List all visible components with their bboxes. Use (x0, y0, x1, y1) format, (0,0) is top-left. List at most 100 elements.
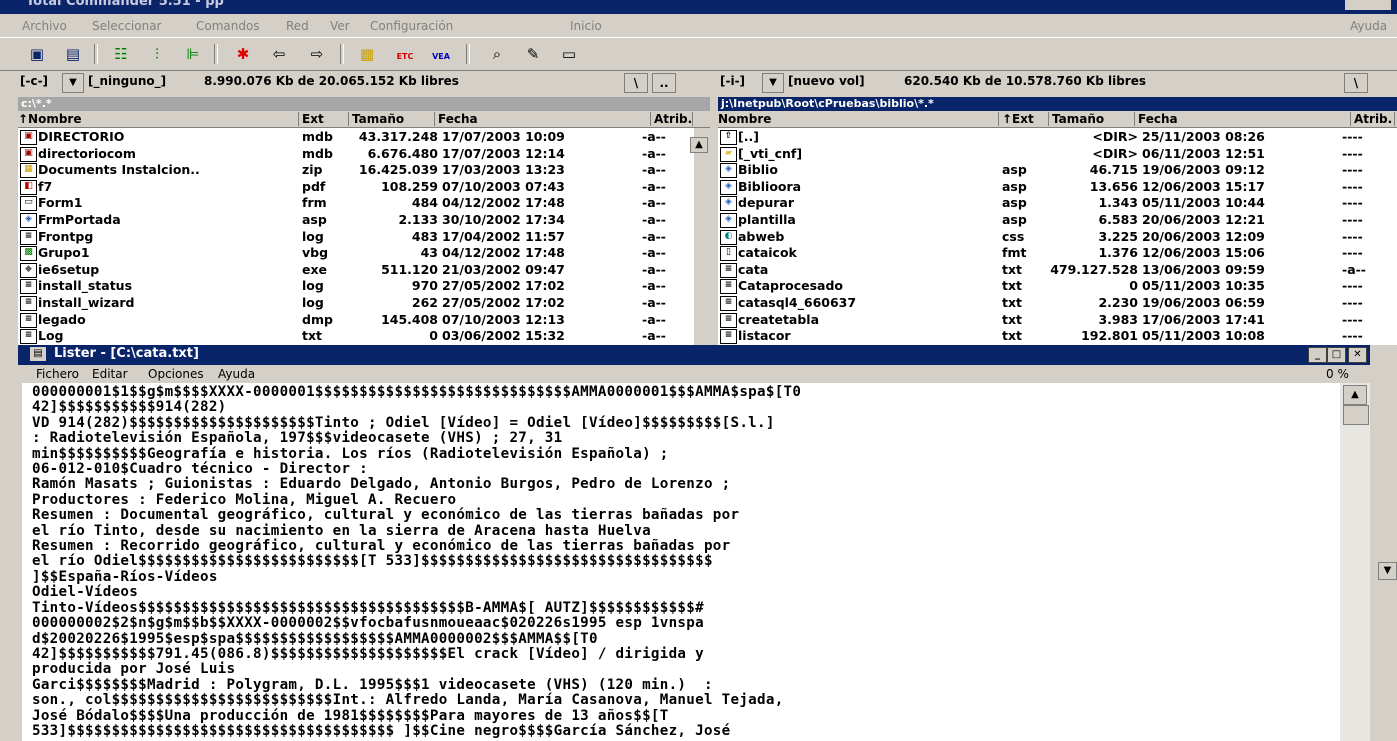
file-row[interactable]: ▣ directoriocom mdb 6.676.480 17/07/2003 12:… (18, 145, 694, 162)
left-drive-dropdown[interactable]: ▼ (62, 73, 84, 93)
file-attr: ---- (1342, 178, 1363, 194)
lister-menu-ayuda[interactable]: Ayuda (218, 367, 255, 381)
window-controls[interactable] (1345, 0, 1391, 10)
right-drive-dropdown[interactable]: ▼ (762, 73, 784, 93)
back-icon[interactable]: ⇦ (268, 43, 290, 65)
left-header-ext[interactable]: Ext (302, 112, 349, 126)
text-file-icon: ≡ (20, 296, 37, 311)
lister-scroll-thumb[interactable] (1343, 405, 1369, 425)
tree-icon[interactable]: ⫶ (146, 43, 168, 65)
right-header-date[interactable]: Fecha (1138, 112, 1351, 126)
lister-close-button[interactable]: ✕ (1348, 347, 1367, 363)
brief-view-icon[interactable]: ▤ (62, 43, 84, 65)
file-row[interactable]: ◈ FrmPortada asp 2.133 30/10/2002 17:34 -a-- (18, 211, 694, 228)
background-scrollbar[interactable]: ▼ (1378, 548, 1397, 608)
file-row[interactable]: ▣ DIRECTORIO mdb 43.317.248 17/07/2003 10:09… (18, 128, 694, 145)
file-row[interactable]: ◈ Biblioora asp 13.656 12/06/2003 15:17 ---- (718, 178, 1397, 195)
menu-ver[interactable]: Ver (330, 19, 350, 33)
file-date: 27/05/2002 17:02 (442, 278, 565, 294)
lister-maximize-button[interactable]: □ (1327, 347, 1346, 363)
file-date: 30/10/2002 17:34 (442, 212, 565, 227)
file-attr: -a-- (642, 261, 666, 277)
file-row[interactable]: ◧ f7 pdf 108.259 07/10/2003 07:43 -a-- (18, 178, 694, 195)
lister-text-area[interactable]: 000000001$1$$g$m$$$$XXXX-0000001$$$$$$$$… (22, 383, 1340, 741)
view-icon[interactable]: ▭ (558, 43, 580, 65)
file-row[interactable]: ▰ [_vti_cnf] <DIR> 06/11/2003 12:51 ---- (718, 145, 1397, 162)
lister-app-icon[interactable]: ▤ (30, 347, 46, 361)
lister-menu-editar[interactable]: Editar (92, 367, 128, 381)
file-row[interactable]: ≡ Log txt 0 03/06/2002 15:32 -a-- (18, 327, 694, 345)
file-row[interactable]: ◈ plantilla asp 6.583 20/06/2003 12:21 ---- (718, 211, 1397, 228)
menu-seleccionar[interactable]: Seleccionar (92, 19, 161, 33)
file-row[interactable]: ▩ Grupo1 vbg 43 04/12/2002 17:48 -a-- (18, 244, 694, 262)
left-header-date[interactable]: Fecha (438, 112, 651, 126)
forward-icon[interactable]: ⇨ (306, 43, 328, 65)
unpack-icon[interactable]: ETC (394, 43, 416, 65)
left-drive-label[interactable]: [-c-] (20, 74, 48, 88)
lister-menu-opciones[interactable]: Opciones (148, 367, 204, 381)
file-size: 43 (420, 245, 438, 261)
menu-red[interactable]: Red (286, 19, 309, 33)
pack-icon[interactable]: ▦ (356, 43, 378, 65)
menu-ayuda[interactable]: Ayuda (1350, 19, 1387, 33)
file-row[interactable]: ◈ depurar asp 1.343 05/11/2003 10:44 ---- (718, 194, 1397, 212)
zip-icon[interactable]: VEA (430, 43, 452, 65)
right-header-attr[interactable]: Atrib. (1354, 112, 1395, 126)
file-date: 17/03/2003 13:23 (442, 162, 565, 178)
file-name: depurar (738, 195, 795, 211)
right-root-button[interactable]: \ (1344, 73, 1368, 93)
file-row[interactable]: ≡ createtabla txt 3.983 17/06/2003 17:41 ---- (718, 311, 1397, 328)
left-up-button[interactable]: .. (652, 73, 676, 93)
file-row[interactable]: ◆ ie6setup exe 511.120 21/03/2002 09:47 -a-- (18, 261, 694, 278)
text-file-icon: ≡ (20, 279, 37, 295)
file-ext: txt (1002, 295, 1023, 310)
file-row[interactable]: ◈ Biblio asp 46.715 19/06/2003 09:12 ---- (718, 161, 1397, 179)
file-row[interactable]: ≡ legado dmp 145.408 07/10/2003 12:13 -a-- (18, 311, 694, 328)
right-header-size[interactable]: Tamaño (1052, 112, 1135, 126)
file-row[interactable]: ≡ Cataprocesado txt 0 05/11/2003 10:35 ---- (718, 277, 1397, 295)
search-icon[interactable]: ⌕ (486, 43, 508, 65)
right-drive-label[interactable]: [-i-] (720, 74, 745, 88)
file-ext: log (302, 278, 324, 294)
file-size: 0 (429, 328, 438, 344)
select-all-icon[interactable]: ✱ (232, 43, 254, 65)
background-scroll-down-button[interactable]: ▼ (1378, 562, 1397, 580)
file-row[interactable]: ≡ cata txt 479.127.528 13/06/2003 09:59 -a-- (718, 261, 1397, 278)
left-scroll-up-button[interactable]: ▲ (690, 137, 708, 153)
right-header-name[interactable]: Nombre (718, 112, 999, 126)
menu-comandos[interactable]: Comandos (196, 19, 260, 33)
file-row[interactable]: ≡ catasql4_660637 txt 2.230 19/06/2003 06:59… (718, 294, 1397, 311)
left-column-headers: ↑Nombre Ext Tamaño Fecha Atrib. (18, 111, 710, 128)
lister-scrollbar[interactable]: ▲ (1340, 383, 1370, 741)
left-root-button[interactable]: \ (624, 73, 648, 93)
file-row[interactable]: ≡ install_wizard log 262 27/05/2002 17:02 -a-… (18, 294, 694, 311)
lister-scroll-up-button[interactable]: ▲ (1343, 385, 1367, 405)
text-file-icon: ≡ (720, 296, 737, 311)
lister-menu-fichero[interactable]: Fichero (36, 367, 79, 381)
left-header-attr[interactable]: Atrib. (654, 112, 693, 126)
file-row[interactable]: ≡ listacor txt 192.801 05/11/2003 10:08 ---- (718, 327, 1397, 345)
file-ext: css (1002, 228, 1025, 244)
left-header-name[interactable]: ↑Nombre (18, 112, 299, 126)
refresh-icon[interactable]: ▣ (26, 43, 48, 65)
file-row[interactable]: ▦ Documents Instalcion.. zip 16.425.039 17/0… (18, 161, 694, 179)
full-view-icon[interactable]: ☷ (110, 43, 132, 65)
lister-minimize-button[interactable]: _ (1308, 347, 1327, 363)
menu-inicio[interactable]: Inicio (570, 19, 602, 33)
file-row[interactable]: ≡ Frontpg log 483 17/04/2002 11:57 -a-- (18, 228, 694, 245)
file-row[interactable]: ◐ abweb css 3.225 20/06/2003 12:09 ---- (718, 228, 1397, 245)
left-scrollbar[interactable]: ▲ (690, 128, 710, 345)
ftp-icon[interactable]: ⊫ (182, 43, 204, 65)
menu-configuracion[interactable]: Configuración (370, 19, 453, 33)
file-name: Biblioora (738, 178, 802, 194)
menu-archivo[interactable]: Archivo (22, 19, 67, 33)
file-row[interactable]: ≡ install_status log 970 27/05/2002 17:02 -a-… (18, 277, 694, 295)
text-file-icon: ≡ (720, 329, 737, 345)
file-row[interactable]: ⇧ [..] <DIR> 25/11/2003 08:26 ---- (718, 128, 1397, 145)
file-row[interactable]: ▭ Form1 frm 484 04/12/2002 17:48 -a-- (18, 194, 694, 212)
left-header-size[interactable]: Tamaño (352, 112, 435, 126)
right-header-ext[interactable]: ↑Ext (1002, 112, 1049, 126)
file-row[interactable]: ▯ cataicok fmt 1.376 12/06/2003 15:06 ---- (718, 244, 1397, 262)
file-name: Form1 (38, 195, 83, 211)
rename-icon[interactable]: ✎ (522, 43, 544, 65)
